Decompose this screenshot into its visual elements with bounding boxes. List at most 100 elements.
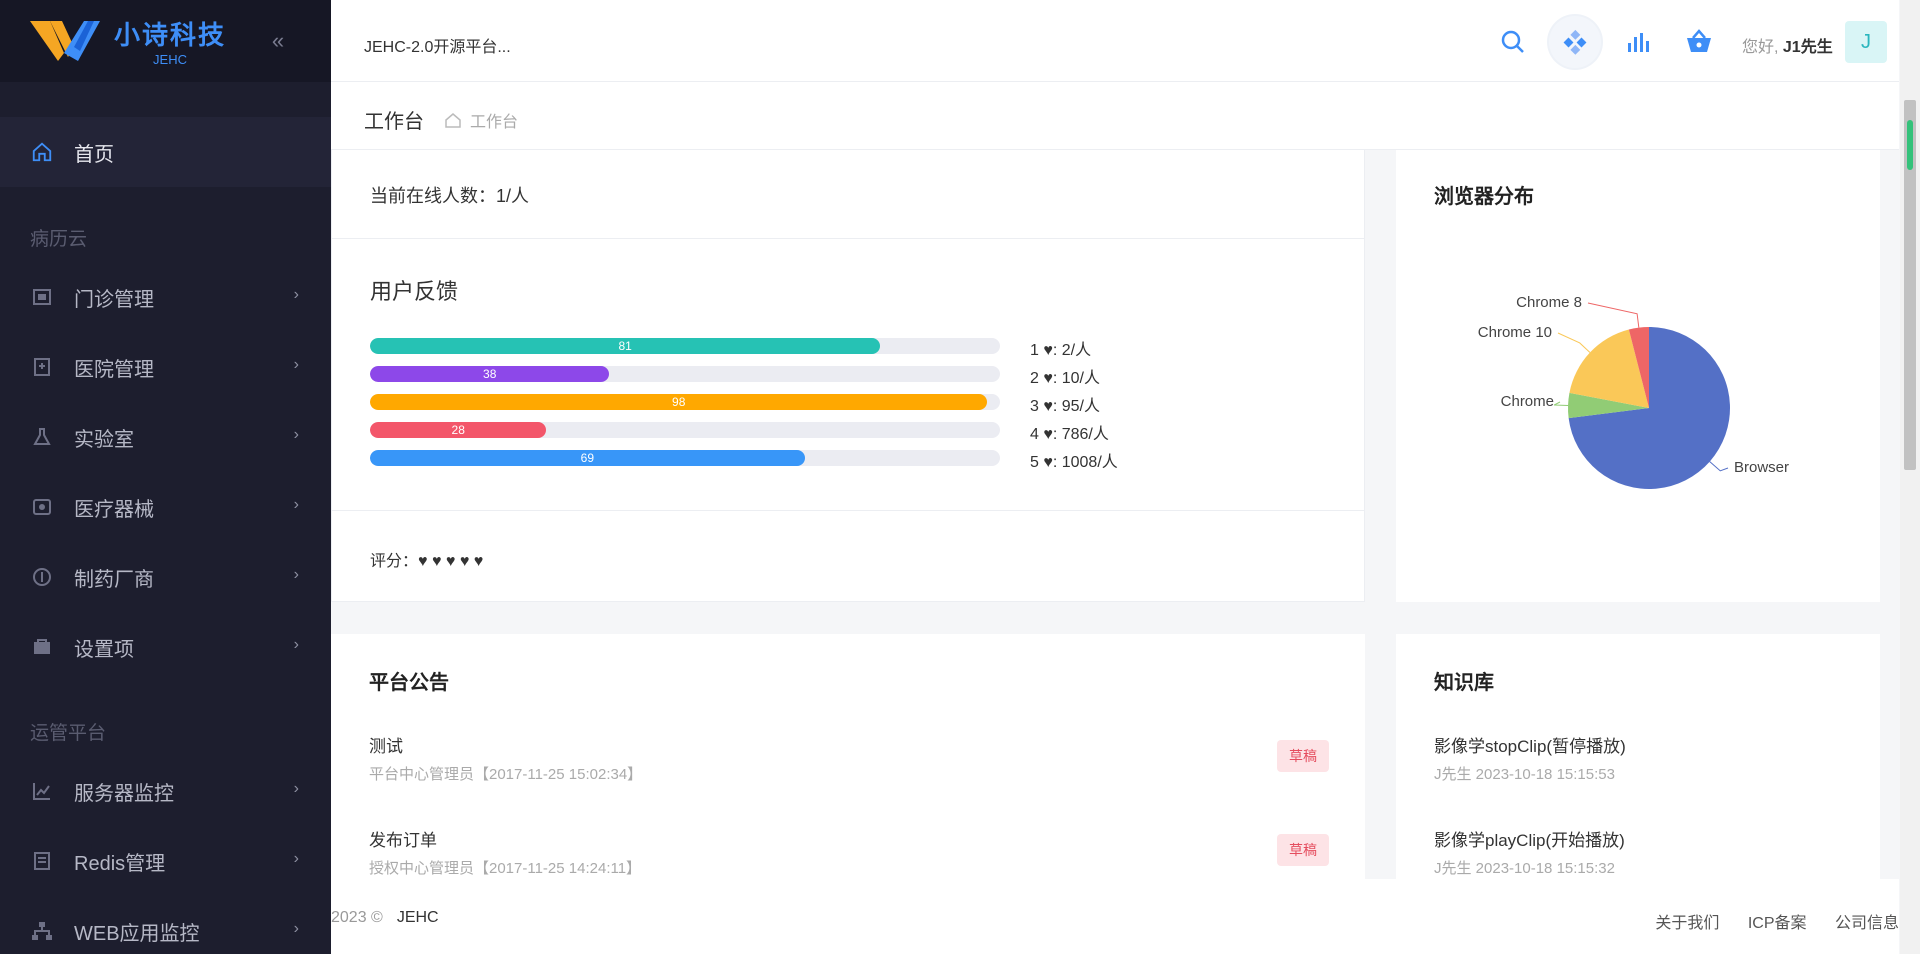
apps-button[interactable] [1549,16,1601,68]
lab-icon [30,425,54,449]
chevron-right-icon: › [293,850,299,867]
chevron-right-icon: › [293,636,299,653]
progress-track: 81 [370,338,1000,354]
feedback-bar-label: 1 ♥: 2/人 [1030,342,1092,359]
notice-item-meta: 平台中心管理员【2017-11-25 15:02:34】 [369,766,643,783]
knowledge-item-meta: J先生 2023-10-18 15:15:53 [1434,766,1615,783]
notice-item-title: 发布订单 [369,831,437,850]
avatar[interactable]: J [1845,21,1887,63]
chevron-right-icon: › [293,286,299,303]
knowledge-item[interactable]: 影像学stopClip(暂停播放) J先生 2023-10-18 15:15:5… [1434,732,1626,784]
search-icon [1501,30,1524,53]
feedback-bar-label: 2 ♥: 10/人 [1030,370,1100,387]
basket-icon [1687,29,1711,52]
divider [332,238,1364,239]
sidebar-item-label: 门诊管理 [74,288,154,311]
feedback-bar-label: 5 ♥: 1008/人 [1030,454,1118,471]
menu-group-label: 运管平台 [30,723,107,744]
brand-name: 小诗科技 [114,20,227,50]
knowledge-item-title: 影像学playClip(开始播放) [1434,831,1625,850]
divider [332,510,1364,511]
pie-leader-line [1709,461,1729,472]
footer-link-company[interactable]: 公司信息 [1835,915,1899,932]
progress-fill: 98 [370,394,988,410]
home-icon [445,113,461,128]
notice-item[interactable]: 测试 平台中心管理员【2017-11-25 15:02:34】 [369,732,642,784]
chevron-right-icon: › [293,566,299,583]
sidebar-item-label: 首页 [74,143,114,166]
rating: 评分：♥ ♥ ♥ ♥ ♥ [370,553,484,570]
footer-links: 关于我们 ICP备案 公司信息 [1631,909,1899,933]
double-chevron-left-icon: « [271,28,285,53]
notice-item[interactable]: 发布订单 授权中心管理员【2017-11-25 14:24:11】 [369,826,641,878]
web-monitor-icon [30,919,54,943]
pie-leader-line [1557,332,1591,353]
chevron-right-icon: › [293,780,299,797]
scroll-indicator [1907,120,1913,170]
feedback-bar-row: 81 1 ♥: 2/人 [370,338,1091,359]
brand-sub: JEHC [153,52,187,67]
online-count: 当前在线人数：1/人 [370,186,530,206]
progress-track: 69 [370,450,1000,466]
feedback-bar-row: 38 2 ♥: 10/人 [370,366,1100,387]
sidebar-item-label: 实验室 [74,428,134,451]
notice-item-title: 测试 [369,737,403,756]
user-name: J1先生 [1782,39,1833,56]
sidebar-item-outpatient[interactable]: 门诊管理 › [0,262,331,332]
sidebar-item-settings[interactable]: 设置项 › [0,612,331,682]
home-icon [30,140,54,164]
footer-brand[interactable]: JEHC [397,909,439,926]
sidebar-item-redis[interactable]: Redis管理 › [0,826,331,896]
progress-track: 38 [370,366,1000,382]
bar-chart-icon [1628,33,1649,52]
copyright-text: 2023 © [331,909,383,926]
knowledge-title: 知识库 [1434,672,1494,694]
progress-fill: 38 [370,366,610,382]
knowledge-item[interactable]: 影像学playClip(开始播放) J先生 2023-10-18 15:15:3… [1434,826,1625,878]
progress-fill: 81 [370,338,881,354]
pie-leader-line [1587,302,1640,328]
knowledge-item-title: 影像学stopClip(暂停播放) [1434,737,1626,756]
sidebar-item-server-monitor[interactable]: 服务器监控 › [0,756,331,826]
basket-button[interactable] [1679,22,1719,62]
feedback-bar-label: 4 ♥: 786/人 [1030,426,1109,443]
footer: 2023 © JEHC 关于我们 ICP备案 公司信息 [331,879,1899,954]
search-button[interactable] [1493,22,1533,62]
progress-track: 28 [370,422,1000,438]
sidebar-item-pharma[interactable]: 制药厂商 › [0,542,331,612]
feedback-bar-label: 3 ♥: 95/人 [1030,398,1100,415]
server-monitor-icon [30,779,54,803]
footer-link-about[interactable]: 关于我们 [1655,915,1719,932]
pie-label: Chrome [1501,393,1554,410]
browser-pie-chart: Browser Chrome Chrome 10 Chrome 8 [1478,294,1789,490]
status-badge: 草稿 [1277,740,1329,772]
sidebar-item-lab[interactable]: 实验室 › [0,402,331,472]
sidebar-item-label: 制药厂商 [74,568,154,591]
sidebar-item-web-monitor[interactable]: WEB应用监控 › [0,896,331,954]
scrollbar[interactable] [1900,0,1920,954]
sidebar-item-hospital[interactable]: 医院管理 › [0,332,331,402]
sidebar-item-label: 设置项 [74,638,134,661]
sidebar-item-label: 医疗器械 [74,498,154,521]
menu-group-label: 病历云 [30,229,88,250]
breadcrumb-item: 工作台 [470,114,519,131]
hospital-icon [30,355,54,379]
chevron-right-icon: › [293,426,299,443]
sidebar-item-device[interactable]: 医疗器械 › [0,472,331,542]
sidebar-item-label: WEB应用监控 [74,922,200,945]
stats-card: 当前在线人数：1/人 用户反馈 81 1 ♥: 2/人 38 2 ♥: 10/人 98 3… [331,150,1365,602]
collapse-sidebar-button[interactable]: « [265,28,291,54]
sidebar-item-home[interactable]: 首页 [0,117,331,187]
redis-icon [30,849,54,873]
sidebar-item-label: Redis管理 [74,852,166,875]
stats-button[interactable] [1618,22,1658,62]
breadcrumb[interactable]: 工作台 [444,108,518,132]
notice-title: 平台公告 [369,672,449,694]
settings-icon [30,635,54,659]
footer-link-icp[interactable]: ICP备案 [1748,915,1807,932]
chevron-right-icon: › [293,920,299,937]
pie-label: Chrome 8 [1516,294,1582,311]
brand: 小诗科技 JEHC « [0,0,331,82]
apps-icon [1563,29,1587,55]
copyright: 2023 © JEHC [331,909,439,927]
